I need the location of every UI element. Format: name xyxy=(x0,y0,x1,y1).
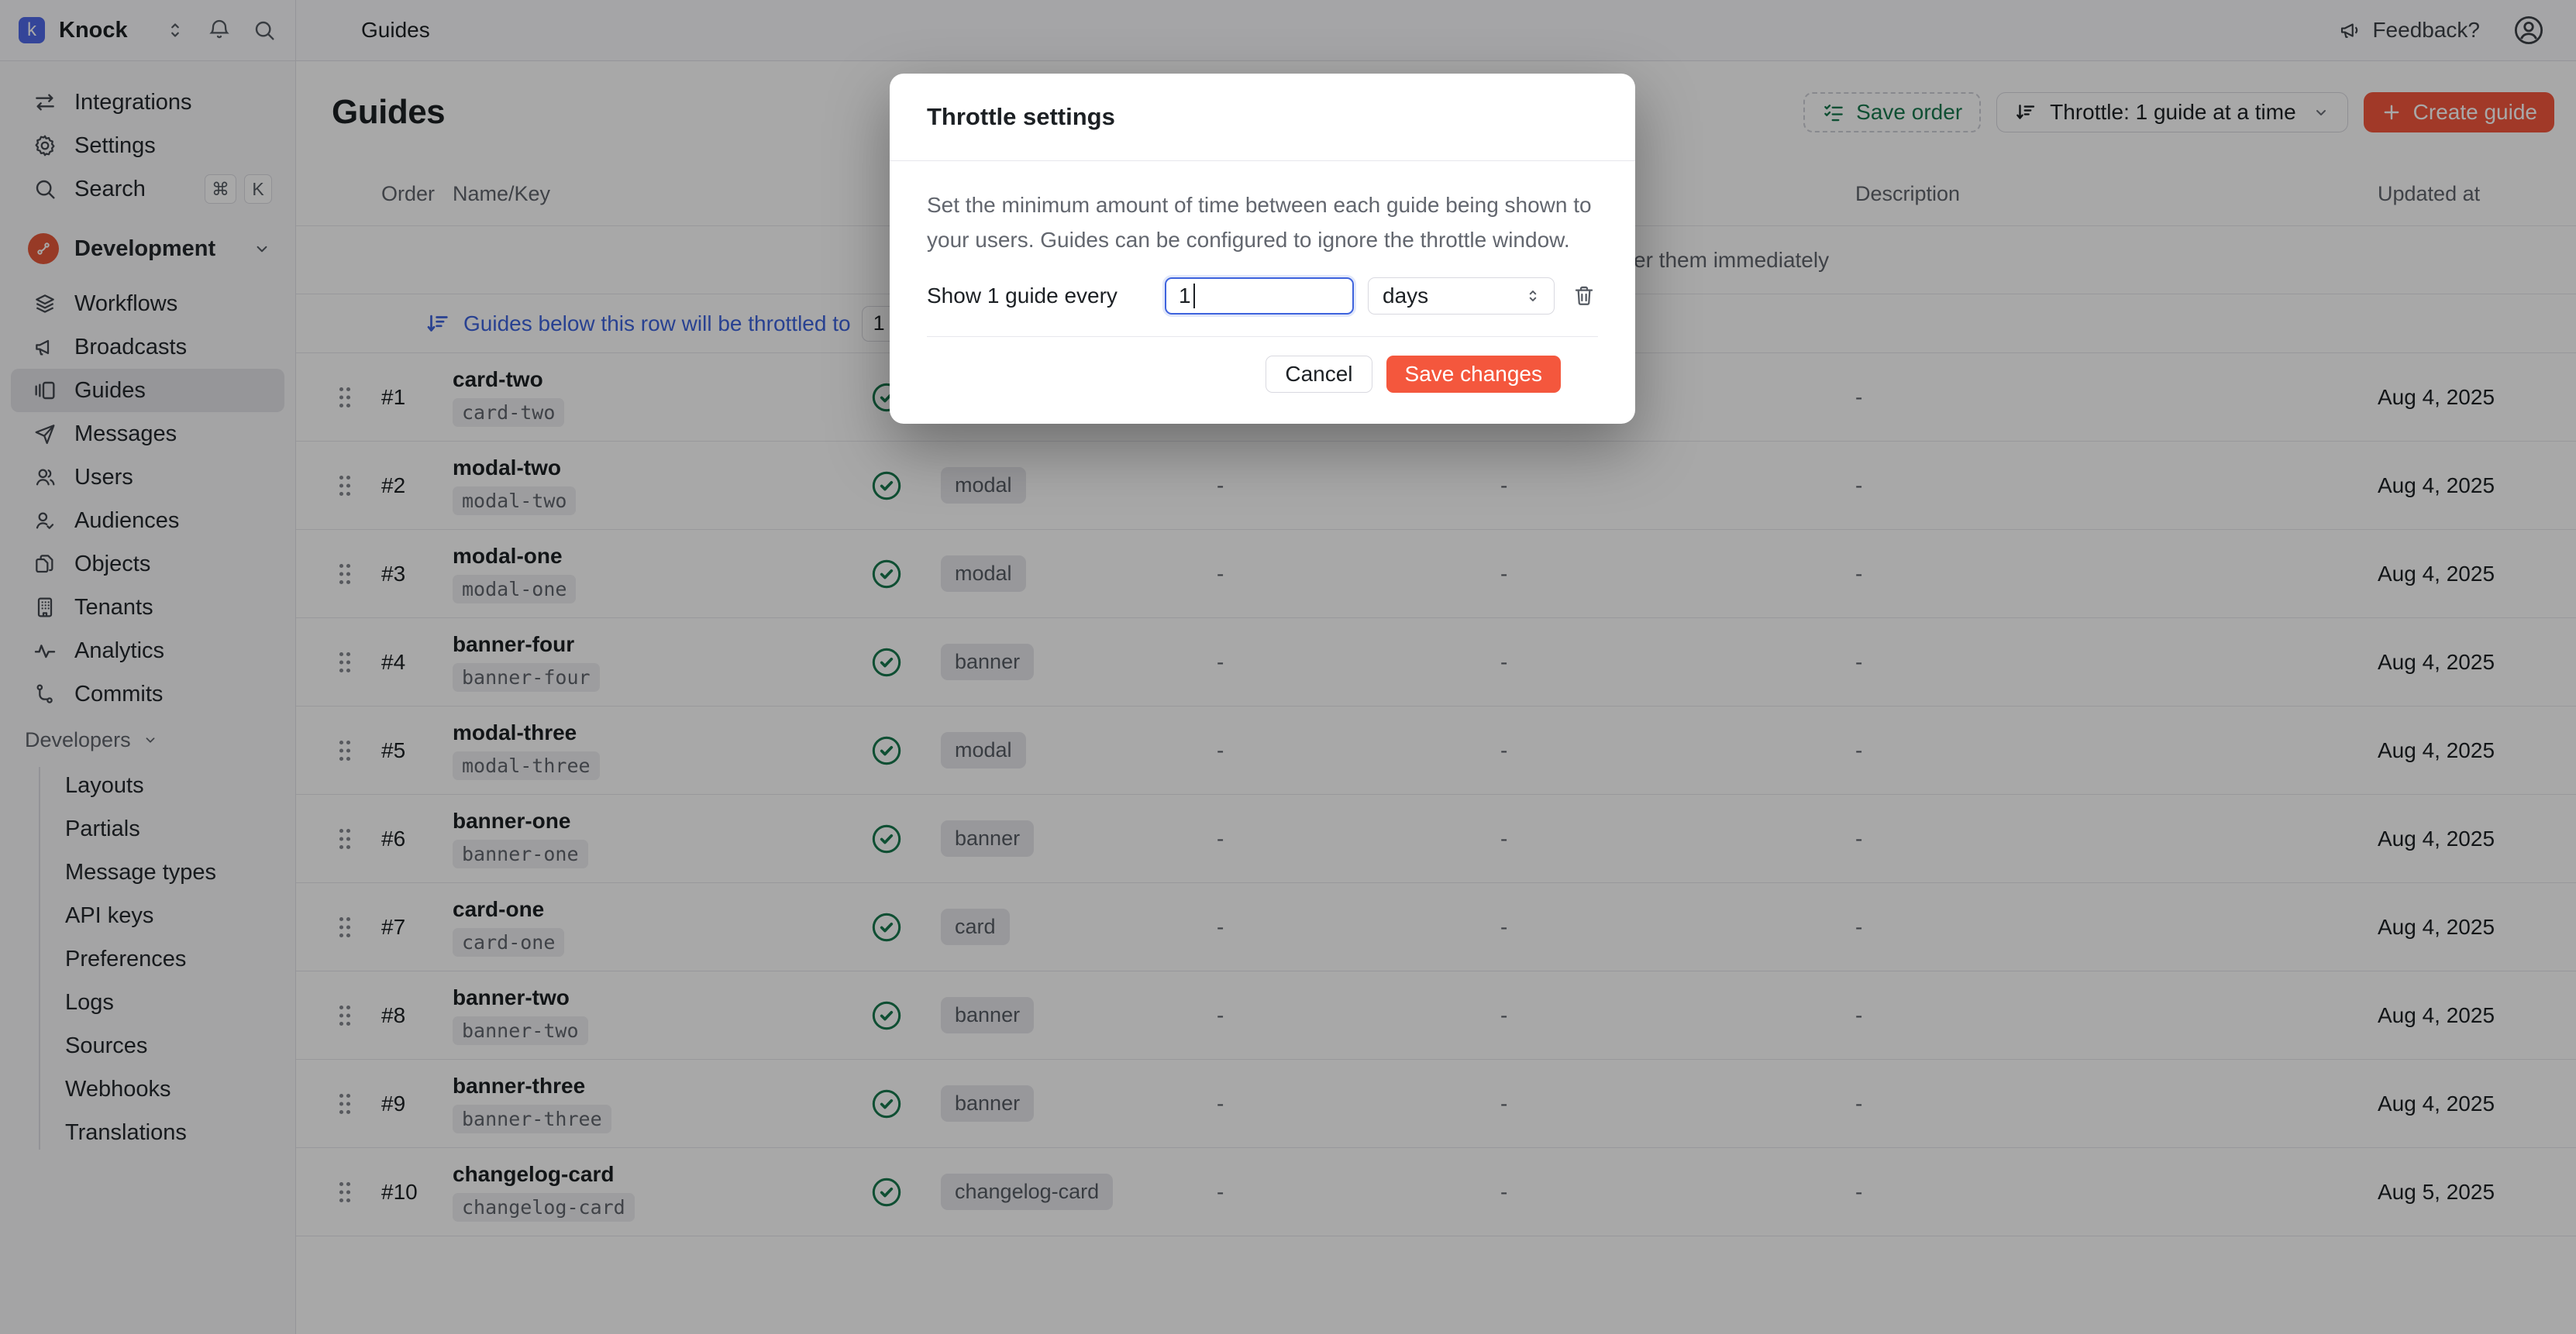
remove-throttle-button[interactable] xyxy=(1572,284,1596,308)
throttle-settings-modal: Throttle settings Set the minimum amount… xyxy=(890,74,1635,424)
save-changes-button[interactable]: Save changes xyxy=(1386,356,1561,393)
modal-title: Throttle settings xyxy=(927,103,1115,131)
throttle-interval-label: Show 1 guide every xyxy=(927,284,1165,308)
text-caret xyxy=(1193,284,1195,308)
trash-icon xyxy=(1572,284,1596,308)
modal-description: Set the minimum amount of time between e… xyxy=(927,187,1593,257)
throttle-unit-select[interactable]: days xyxy=(1368,277,1555,315)
cancel-button[interactable]: Cancel xyxy=(1266,356,1372,393)
throttle-interval-input[interactable]: 1 xyxy=(1165,277,1354,315)
select-chevrons-icon xyxy=(1523,286,1543,306)
